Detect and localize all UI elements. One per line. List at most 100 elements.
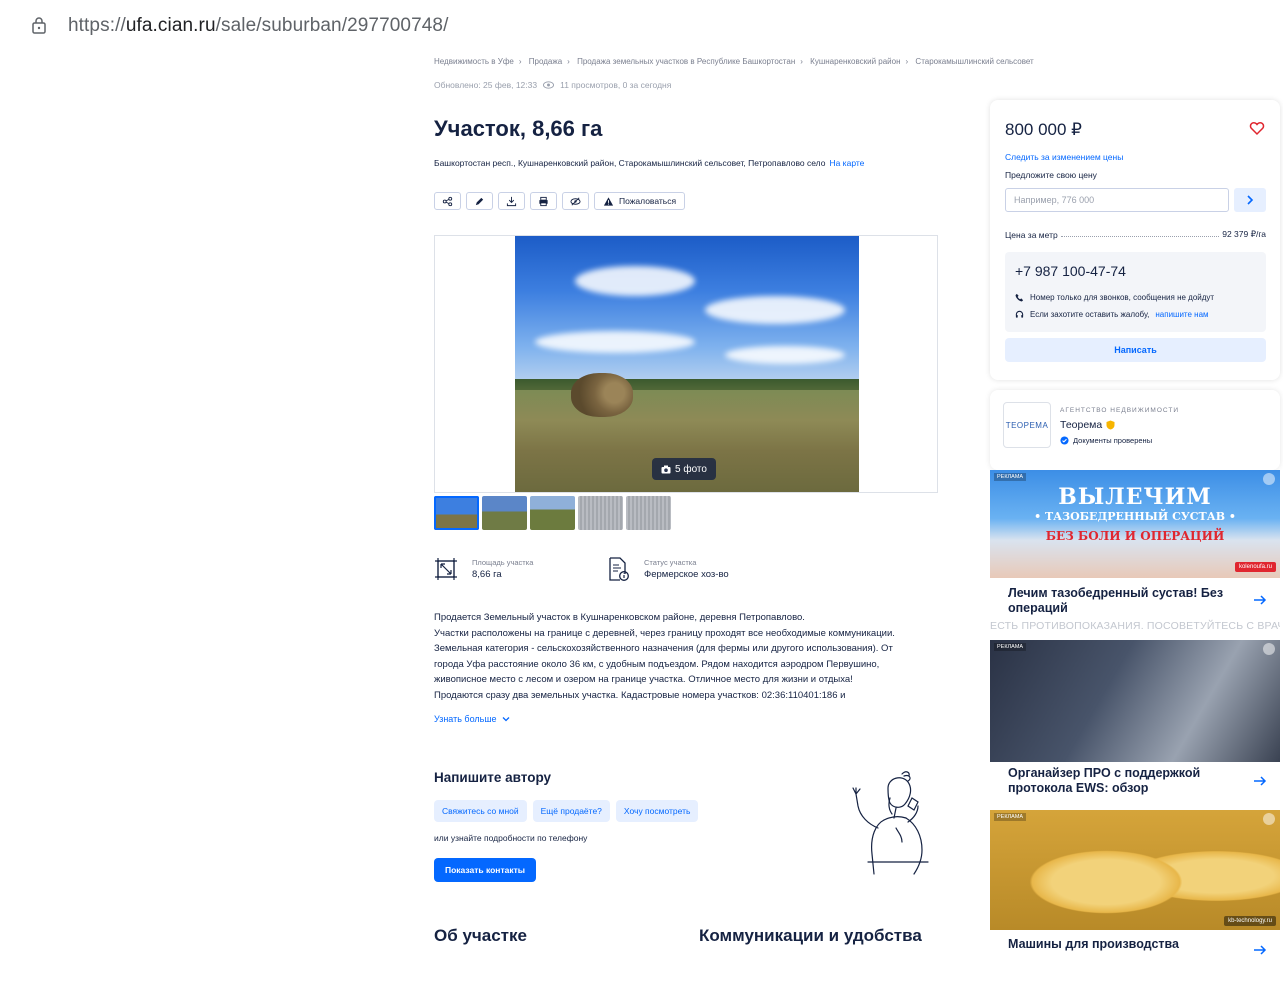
arrow-right-icon[interactable] [1252, 592, 1268, 608]
chevron-right-icon [1247, 195, 1254, 205]
arrow-right-icon[interactable] [1252, 942, 1268, 957]
shield-badge-icon [1106, 420, 1115, 430]
agency-logo[interactable]: ТЕОРЕМА [1003, 402, 1051, 448]
ad-headline: ВЫЛЕЧИМ [1058, 484, 1212, 510]
camera-icon [661, 465, 671, 473]
thumbnail[interactable] [530, 496, 575, 530]
toolbar: Пожаловаться [434, 192, 686, 210]
ad-caption[interactable]: Машины для производства [1008, 937, 1238, 952]
ad-caption[interactable]: Лечим тазобедренный сустав! Без операций [1008, 586, 1238, 616]
warning-icon [603, 196, 614, 206]
ad-card[interactable]: РЕКЛАМА Органайзер ПРО с поддержкой прот… [990, 640, 1280, 808]
views-count: 11 просмотров, 0 за сегодня [560, 80, 672, 90]
more-options-icon[interactable] [1263, 813, 1275, 825]
breadcrumb: Недвижимость в Уфе › Продажа › Продажа зем… [434, 57, 1034, 66]
breadcrumb-item[interactable]: Недвижимость в Уфе [434, 57, 514, 66]
docs-verified: Документы проверены [1060, 436, 1152, 445]
read-more-link[interactable]: Узнать больше [434, 714, 510, 724]
ad-tag: РЕКЛАМА [994, 643, 1027, 651]
fact-label: Статус участка [644, 558, 697, 567]
ad-image[interactable] [990, 810, 1280, 930]
photo-cloud [725, 346, 845, 364]
description-line: Земельная категория - сельскохозяйственн… [434, 643, 893, 654]
photo-gallery[interactable]: 5 фото [434, 235, 938, 493]
share-button[interactable] [434, 192, 461, 210]
offer-price-input[interactable] [1005, 188, 1229, 212]
phone-box: +7 987 100-47-74 Номер только для звонко… [1005, 252, 1266, 332]
thumbnail[interactable] [626, 496, 671, 530]
write-button[interactable]: Написать [1005, 338, 1266, 362]
chip-want-to-view[interactable]: Хочу посмотреть [615, 800, 699, 822]
report-button[interactable]: Пожаловаться [594, 192, 686, 210]
ad-caption[interactable]: Органайзер ПРО с поддержкой протокола EW… [1008, 766, 1238, 796]
phone-icon [1015, 293, 1024, 302]
address: Башкортостан респ., Кушнаренковский райо… [434, 158, 864, 168]
or-phone-text: или узнайте подробности по телефону [434, 833, 588, 843]
print-button[interactable] [530, 192, 557, 210]
download-button[interactable] [498, 192, 525, 210]
pencil-icon [475, 197, 484, 205]
ad-image[interactable] [990, 640, 1280, 762]
chevron-down-icon [502, 717, 510, 722]
lock-icon[interactable] [30, 16, 48, 34]
ad-site: kolenoufa.ru [1234, 562, 1276, 572]
description-line: живописное место с лесом и озером на гра… [434, 674, 853, 685]
show-contacts-button[interactable]: Показать контакты [434, 858, 537, 882]
description-line: города Уфа расстояние около 36 км, с удо… [434, 658, 880, 670]
thumbnail-strip [434, 496, 671, 530]
thumbnail[interactable] [482, 496, 527, 530]
printer-icon [539, 196, 548, 206]
url-text[interactable]: https://ufa.cian.ru/sale/suburban/297700… [68, 15, 448, 37]
edit-button[interactable] [466, 192, 493, 210]
write-us-link[interactable]: напишите нам [1155, 310, 1208, 319]
report-label: Пожаловаться [619, 196, 677, 206]
page-content: Недвижимость в Уфе › Продажа › Продажа зем… [0, 52, 1283, 957]
breadcrumb-item[interactable]: Старокамышлинский сельсовет [915, 57, 1033, 66]
phone-number[interactable]: +7 987 100-47-74 [1015, 263, 1126, 279]
agency-card[interactable]: ТЕОРЕМА АГЕНТСТВО НЕДВИЖИМОСТИ Теорема Д… [990, 390, 1280, 470]
description-line: Продаются сразу два земельных участка. К… [434, 689, 846, 701]
updated-date: Обновлено: 25 фев, 12:33 [434, 80, 538, 90]
breadcrumb-item[interactable]: Продажа [529, 57, 562, 66]
more-options-icon[interactable] [1263, 643, 1275, 655]
ad-tag: РЕКЛАМА [994, 813, 1027, 821]
check-circle-icon [1060, 436, 1069, 445]
eye-icon [543, 81, 555, 89]
breadcrumb-separator: › [518, 57, 522, 66]
breadcrumb-item[interactable]: Кушнаренковский район [810, 57, 900, 66]
key-facts: Площадь участка 8,66 га Статус участка Фер… [434, 557, 778, 581]
fact-value: Фермерское хоз-во [644, 569, 729, 580]
description-line: Участки расположены на границе с деревне… [434, 627, 895, 639]
agency-name-row: Теорема [1060, 419, 1115, 431]
share-icon [442, 196, 453, 206]
chip-contact-me[interactable]: Свяжитесь со мной [434, 800, 527, 822]
follow-price-link[interactable]: Следить за изменением цены [1005, 152, 1123, 162]
hide-button[interactable] [562, 192, 589, 210]
chip-still-selling[interactable]: Ещё продаёте? [532, 800, 610, 822]
description: Продается Земельный участок в Кушнаренко… [434, 610, 939, 703]
document-info-icon [609, 557, 629, 581]
arrow-right-icon[interactable] [1252, 773, 1268, 789]
thumbnail[interactable] [578, 496, 623, 530]
thumbnail[interactable] [434, 496, 479, 530]
ad-subheadline: • ТАЗОБЕДРЕННЫЙ СУСТАВ • [1034, 510, 1236, 523]
map-link[interactable]: На карте [829, 158, 864, 168]
ad-card[interactable]: РЕКЛАМА ВЫЛЕЧИМ • ТАЗОБЕДРЕННЫЙ СУСТАВ •… [990, 470, 1280, 638]
leader-dots [1060, 236, 1220, 237]
submit-offer-button[interactable] [1234, 188, 1266, 212]
heart-icon[interactable] [1249, 120, 1265, 136]
breadcrumb-item[interactable]: Продажа земельных участков в Республике … [577, 57, 795, 66]
docs-verified-text: Документы проверены [1073, 436, 1153, 445]
photo-count-badge[interactable]: 5 фото [652, 458, 716, 480]
photo-cloud [705, 296, 845, 324]
description-line: Продается Земельный участок в Кушнаренко… [434, 612, 805, 623]
breadcrumb-separator: › [905, 57, 909, 66]
page-title: Участок, 8,66 га [434, 116, 603, 141]
breadcrumb-separator: › [567, 57, 570, 66]
ad-card[interactable]: РЕКЛАМА kb-technology.ru Машины для прои… [990, 810, 1280, 957]
ad-tag: РЕКЛАМА [994, 473, 1027, 481]
agency-name[interactable]: Теорема [1060, 419, 1102, 431]
ad-red-text: БЕЗ БОЛИ И ОПЕРАЦИЙ [1045, 529, 1225, 543]
fact-area: Площадь участка 8,66 га [434, 557, 606, 581]
main-photo[interactable]: 5 фото [515, 236, 859, 492]
